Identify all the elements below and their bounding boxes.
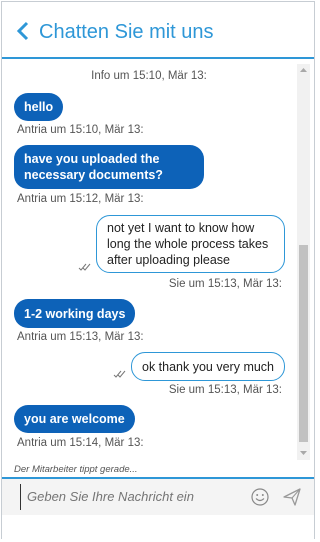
user-message: not yet I want to know how long the whol… — [96, 215, 285, 273]
chevron-left-icon[interactable] — [14, 20, 32, 42]
user-message: ok thank you very much — [131, 352, 285, 381]
message-list[interactable]: Info um 15:10, Mär 13: hello Antria um 1… — [2, 59, 296, 461]
double-check-icon — [78, 263, 91, 271]
send-icon[interactable] — [282, 487, 302, 507]
smiley-icon[interactable] — [251, 488, 269, 506]
scrollbar-thumb[interactable] — [299, 245, 308, 442]
message-meta: Antria um 15:14, Mär 13: — [17, 437, 144, 449]
message-meta: Sie um 15:13, Mär 13: — [168, 278, 282, 290]
chat-header: Chatten Sie mit uns — [2, 2, 314, 59]
message-text: ok thank you very much — [142, 359, 275, 374]
scroll-up-icon[interactable] — [299, 66, 308, 74]
message-text: 1-2 working days — [24, 306, 126, 321]
chat-title: Chatten Sie mit uns — [39, 21, 214, 43]
message-meta: Antria um 15:10, Mär 13: — [17, 124, 144, 136]
message-text: you are welcome — [24, 412, 125, 426]
message-meta: Antria um 15:13, Mär 13: — [17, 331, 144, 343]
chat-window: Chatten Sie mit uns Info um 15:10, Mär 1… — [1, 1, 315, 540]
typing-indicator: Der Mitarbeiter tippt gerade... — [14, 464, 138, 475]
footer-area — [2, 515, 314, 540]
message-text: have you uploaded the necessary document… — [24, 152, 163, 182]
agent-message: you are welcome — [14, 405, 135, 433]
agent-message: have you uploaded the necessary document… — [14, 145, 204, 189]
message-input[interactable] — [20, 484, 230, 510]
message-text: hello — [24, 100, 54, 114]
info-timestamp: Info um 15:10, Mär 13: — [91, 70, 207, 82]
message-meta: Sie um 15:13, Mär 13: — [168, 384, 282, 396]
double-check-icon — [113, 370, 126, 378]
agent-message: 1-2 working days — [14, 299, 136, 328]
message-text: not yet I want to know how long the whol… — [107, 221, 269, 267]
scroll-down-icon[interactable] — [299, 449, 308, 457]
agent-message: hello — [14, 93, 64, 121]
message-meta: Antria um 15:12, Mär 13: — [17, 193, 144, 205]
